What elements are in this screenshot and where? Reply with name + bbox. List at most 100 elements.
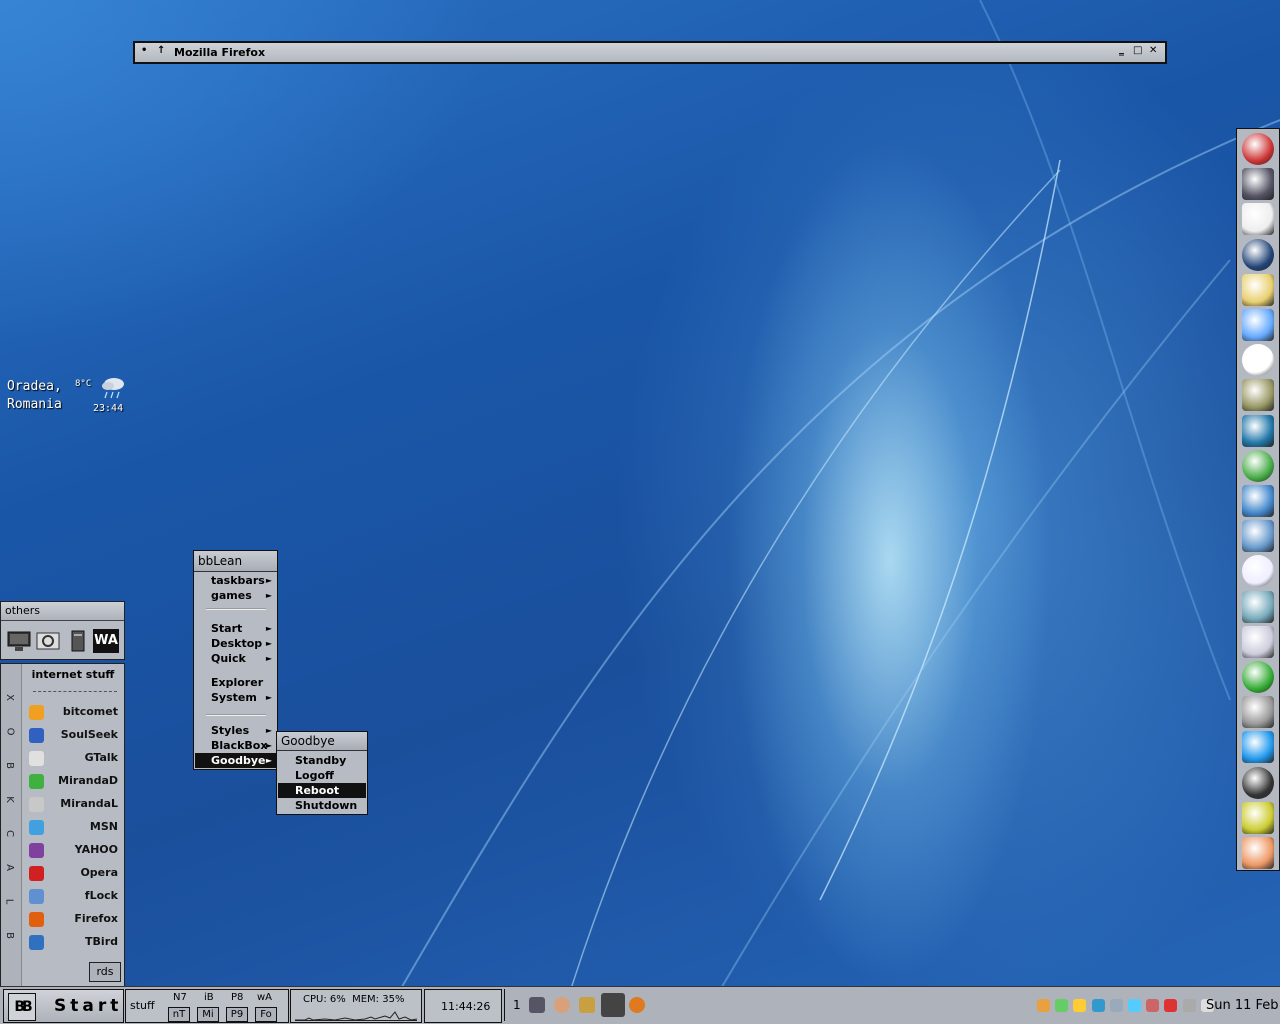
menu-item-opera[interactable]: Opera — [23, 863, 121, 883]
pager-button[interactable]: nT — [168, 1007, 190, 1022]
thunderbird-icon[interactable] — [1242, 414, 1274, 447]
bblean-menu: bbLean taskbars ► games ► Start ► Desktop ► … — [193, 550, 278, 770]
menu-item-logoff[interactable]: Logoff — [278, 768, 366, 783]
settings-panel-icon[interactable] — [35, 629, 61, 653]
pencil-icon[interactable] — [579, 997, 595, 1013]
maximize-button[interactable]: □ — [1133, 45, 1142, 56]
cd-drive-icon[interactable] — [1242, 696, 1274, 729]
word-document-icon[interactable] — [1242, 555, 1274, 588]
network-tray-icon[interactable] — [1091, 999, 1105, 1012]
menu-item-gtalk[interactable]: GTalk — [23, 748, 121, 768]
start-button[interactable]: BB Start — [3, 989, 124, 1023]
menu-item-explorer[interactable]: Explorer — [195, 675, 276, 690]
pager-button[interactable]: Fo — [255, 1007, 277, 1022]
shade-button[interactable]: ↑ — [157, 45, 165, 56]
messenger-tray-icon[interactable] — [1073, 999, 1087, 1012]
msn-icon — [29, 820, 44, 835]
settings-tray-icon[interactable] — [1128, 999, 1141, 1012]
minimize-button[interactable]: ‗ — [1119, 45, 1124, 56]
pager-label[interactable]: wA — [257, 992, 272, 1003]
satellite-icon[interactable] — [601, 993, 625, 1017]
menu-item-mirandal[interactable]: MirandaL — [23, 794, 121, 814]
date-display: Sun 11 Feb — [1206, 998, 1279, 1013]
search-globe-icon[interactable] — [1242, 309, 1274, 341]
menu-item-goodbye[interactable]: Goodbye ► — [195, 753, 276, 768]
menu-item-system[interactable]: System ► — [195, 690, 276, 705]
menu-item-tbird[interactable]: TBird — [23, 932, 121, 952]
monitor-icon[interactable] — [6, 629, 32, 653]
pager-label[interactable]: iB — [204, 992, 214, 1003]
skype-icon[interactable] — [1242, 731, 1274, 764]
ticket-icon[interactable] — [1242, 801, 1274, 834]
workspace-number[interactable]: 1 — [513, 998, 521, 1012]
app-dock — [1236, 128, 1280, 871]
pager-label[interactable]: N7 — [173, 992, 187, 1003]
pencil-book-icon[interactable] — [1242, 449, 1274, 482]
item-label: Firefox — [74, 912, 118, 925]
menu-item-bitcomet[interactable]: bitcomet — [23, 702, 121, 722]
blackbox-menu: X O B K C A L B internet stuff bitcomet S… — [0, 663, 125, 987]
computer-tower-icon[interactable] — [64, 629, 90, 653]
vertical-letter: A — [3, 864, 15, 871]
vertical-letter: X — [3, 694, 15, 701]
others-title: others — [1, 602, 124, 621]
firefox-icon[interactable] — [629, 997, 645, 1013]
menu-item-firefox[interactable]: Firefox — [23, 909, 121, 929]
save-icon[interactable] — [529, 997, 545, 1013]
firefox-window-titlebar[interactable]: • ↑ Mozilla Firefox ‗ □ ✕ — [133, 41, 1167, 64]
menu-item-msn[interactable]: MSN — [23, 817, 121, 837]
menu-item-shutdown[interactable]: Shutdown — [278, 798, 366, 813]
menu-item-start[interactable]: Start ► — [195, 621, 276, 636]
menu-item-reboot[interactable]: Reboot — [278, 783, 366, 798]
gtalk-tray-icon[interactable] — [1055, 999, 1069, 1012]
menu-item-desktop[interactable]: Desktop ► — [195, 636, 276, 651]
start-label: Start — [54, 996, 123, 1016]
blackbox-logo-icon: BB — [8, 993, 36, 1021]
vertical-letter: B — [3, 932, 15, 939]
menu-item-soulseek[interactable]: SoulSeek — [23, 725, 121, 745]
menu-item-styles[interactable]: Styles ► — [195, 723, 276, 738]
mplayer-icon[interactable] — [1242, 344, 1274, 377]
menu-item-standby[interactable]: Standby — [278, 753, 366, 768]
mem-readout: MEM: 35% — [352, 994, 405, 1005]
shield-tray-icon[interactable] — [1164, 999, 1178, 1012]
winamp-icon[interactable]: WA — [93, 629, 119, 653]
window-menu-button[interactable]: • — [141, 45, 147, 56]
tuu-icon[interactable] — [1242, 661, 1274, 693]
menu-item-yahoo[interactable]: YAHOO — [23, 840, 121, 860]
laptop-globe-icon[interactable] — [1242, 520, 1274, 553]
vertical-letter: L — [3, 898, 15, 905]
cow-icon[interactable] — [1242, 203, 1274, 236]
network-computers-icon[interactable] — [1242, 590, 1274, 623]
counter-strike-icon[interactable] — [1242, 168, 1274, 201]
media-player-icon[interactable] — [1242, 766, 1274, 799]
monitor-tray-icon[interactable] — [1109, 999, 1123, 1012]
skype-se-icon[interactable] — [1242, 133, 1274, 165]
folder-icon[interactable] — [1242, 273, 1274, 306]
pager-button[interactable]: Mi — [197, 1007, 219, 1022]
bitcomet-tray-icon[interactable] — [1037, 999, 1050, 1012]
globe-icon[interactable] — [1242, 238, 1274, 271]
rds-button[interactable]: rds — [89, 962, 121, 982]
speaker-tray-icon[interactable] — [1182, 999, 1196, 1012]
chat-faces-icon[interactable] — [1242, 837, 1274, 869]
workspace-name[interactable]: stuff — [130, 999, 155, 1012]
menu-item-mirandad[interactable]: MirandaD — [23, 771, 121, 791]
pager-button[interactable]: P9 — [226, 1007, 248, 1022]
menu-item-quick[interactable]: Quick ► — [195, 651, 276, 666]
film-reel-icon[interactable] — [1242, 379, 1274, 412]
disk-drive-icon[interactable] — [1242, 625, 1274, 658]
pager-label[interactable]: P8 — [231, 992, 243, 1003]
item-label: MirandaD — [58, 774, 118, 787]
face-icon[interactable] — [554, 997, 570, 1013]
mirandal-icon — [29, 797, 44, 812]
close-button[interactable]: ✕ — [1149, 45, 1157, 56]
window-tray-icon[interactable] — [1146, 999, 1160, 1012]
menu-item-blackbox[interactable]: BlackBox ► — [195, 738, 276, 753]
menu-item-taskbars[interactable]: taskbars ► — [195, 573, 276, 588]
cube-icon[interactable] — [1242, 485, 1274, 517]
menu-item-games[interactable]: games ► — [195, 588, 276, 603]
opera-icon — [29, 866, 44, 881]
menu-item-flock[interactable]: fLock — [23, 886, 121, 906]
mirandad-icon — [29, 774, 44, 789]
